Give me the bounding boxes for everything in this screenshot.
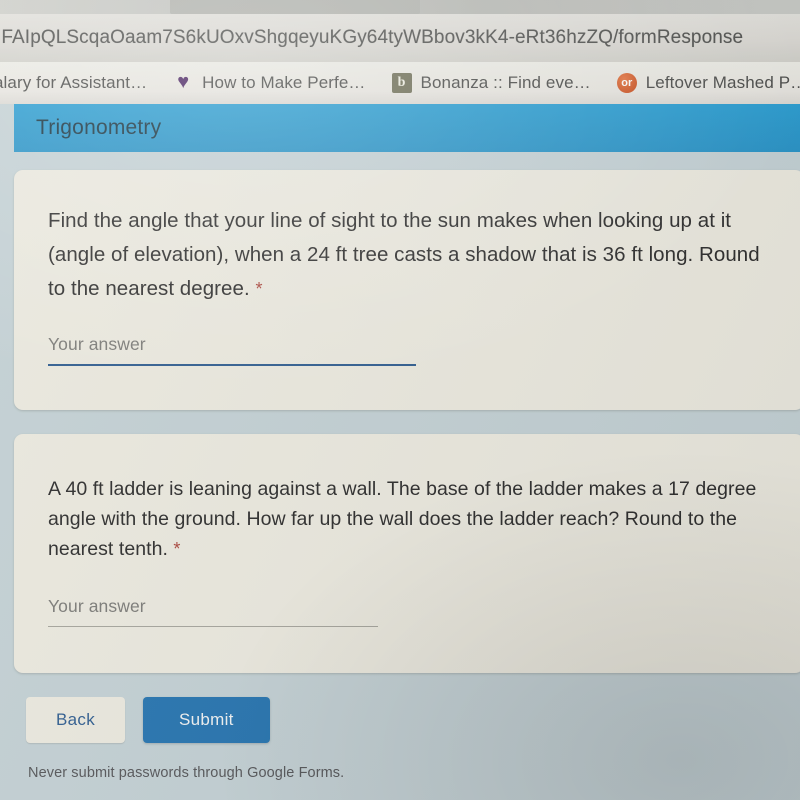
- browser-active-tab[interactable]: [170, 0, 420, 14]
- bookmark-label: How to Make Perfe…: [202, 73, 366, 92]
- browser-tab-strip: [0, 0, 800, 14]
- question-1-body: Find the angle that your line of sight t…: [48, 209, 760, 300]
- form-section-header: Trigonometry: [14, 104, 800, 152]
- form-section-title: Trigonometry: [36, 116, 162, 139]
- form-action-row: Back Submit: [14, 697, 800, 743]
- submit-button[interactable]: Submit: [143, 697, 270, 743]
- answer-input-2[interactable]: Your answer: [48, 596, 774, 626]
- question-2-answer[interactable]: Your answer: [48, 596, 774, 627]
- address-bar-url[interactable]: IFAIpQLScqaOaam7S6kUOxvShgqeyuKGy64tyWBb…: [0, 27, 743, 49]
- question-2-text: A 40 ft ladder is leaning against a wall…: [48, 474, 774, 564]
- bookmark-label: Leftover Mashed P…: [645, 73, 800, 92]
- required-marker: *: [173, 539, 181, 559]
- browser-address-bar[interactable]: IFAIpQLScqaOaam7S6kUOxvShgqeyuKGy64tyWBb…: [0, 14, 800, 62]
- password-warning-text: Never submit passwords through Google Fo…: [28, 765, 345, 781]
- answer-underline-focused: [48, 364, 416, 366]
- question-card-1: Find the angle that your line of sight t…: [14, 170, 800, 410]
- heart-icon: ♥: [177, 71, 190, 93]
- question-card-2: A 40 ft ladder is leaning against a wall…: [14, 434, 800, 673]
- bookmarks-bar: alary for Assistant… ♥ How to Make Perfe…: [0, 62, 800, 104]
- answer-underline-idle: [48, 626, 378, 627]
- bookmark-item-leftover-mashed-p[interactable]: or Leftover Mashed P…: [616, 73, 800, 93]
- or-icon: or: [616, 73, 637, 93]
- google-form: Trigonometry Find the angle that your li…: [14, 104, 800, 800]
- answer-input-1[interactable]: Your answer: [48, 334, 774, 364]
- question-1-text: Find the angle that your line of sight t…: [48, 204, 774, 306]
- required-marker: *: [255, 279, 263, 299]
- bonanza-icon: b: [391, 73, 412, 93]
- question-1-answer[interactable]: Your answer: [48, 334, 774, 366]
- question-2-body: A 40 ft ladder is leaning against a wall…: [48, 478, 757, 560]
- screen-photo: IFAIpQLScqaOaam7S6kUOxvShgqeyuKGy64tyWBb…: [0, 0, 800, 800]
- bookmark-item-salary[interactable]: alary for Assistant…: [0, 73, 147, 93]
- bookmark-label: Bonanza :: Find eve…: [420, 73, 591, 92]
- bookmark-label: alary for Assistant…: [0, 73, 148, 92]
- bookmark-item-bonanza[interactable]: b Bonanza :: Find eve…: [391, 73, 591, 93]
- back-button[interactable]: Back: [26, 697, 125, 743]
- page-viewport: Trigonometry Find the angle that your li…: [0, 104, 800, 800]
- bookmark-item-how-to-make-perfect[interactable]: ♥ How to Make Perfe…: [173, 71, 366, 93]
